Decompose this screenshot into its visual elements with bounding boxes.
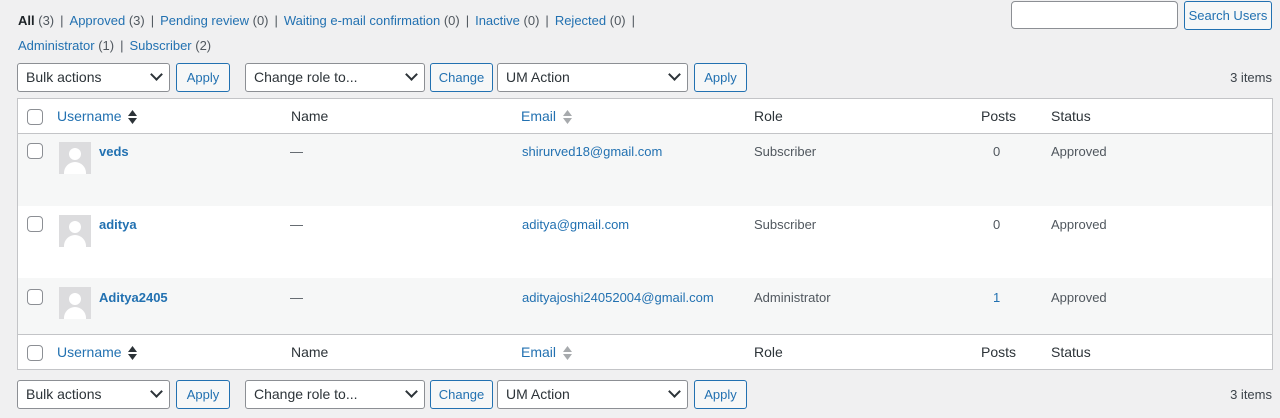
column-status: Status [1051, 344, 1091, 360]
change-role-button[interactable]: Change [430, 63, 493, 92]
filter-administrator[interactable]: Administrator (1) [18, 38, 114, 53]
user-name: — [290, 217, 303, 232]
column-role: Role [754, 108, 783, 124]
chevron-down-icon [668, 385, 681, 398]
column-username[interactable]: Username [57, 108, 138, 125]
user-email[interactable]: shirurved18@gmail.com [522, 144, 662, 159]
select-all-checkbox[interactable] [27, 345, 43, 361]
table-row: aditya — aditya@gmail.com Subscriber 0 A… [18, 206, 1272, 278]
filter-approved[interactable]: Approved (3) [70, 13, 145, 28]
column-posts: Posts [981, 344, 1017, 360]
user-name: — [290, 290, 303, 305]
column-posts: Posts [981, 108, 1017, 124]
filter-waiting-email[interactable]: Waiting e-mail confirmation (0) [284, 13, 460, 28]
change-role-select-bottom[interactable]: Change role to... [245, 380, 425, 409]
um-action-select-bottom[interactable]: UM Action [497, 380, 688, 409]
chevron-down-icon [405, 68, 418, 81]
default-avatar-icon [59, 142, 91, 174]
user-posts[interactable]: 1 [993, 290, 1000, 305]
table-header: Username Name Email Role Posts Status [18, 99, 1272, 134]
filter-subscriber[interactable]: Subscriber (2) [129, 38, 211, 53]
sort-arrows-icon[interactable] [128, 110, 138, 125]
user-posts: 0 [993, 217, 1001, 232]
items-count-bottom: 3 items [1230, 387, 1272, 402]
chevron-down-icon [150, 385, 163, 398]
user-email[interactable]: aditya@gmail.com [522, 217, 629, 232]
select-all-checkbox[interactable] [27, 109, 43, 125]
um-apply-button-bottom[interactable]: Apply [694, 380, 747, 409]
column-username[interactable]: Username [57, 344, 138, 361]
column-email[interactable]: Email [521, 344, 572, 361]
search-users-button[interactable]: Search Users [1184, 1, 1272, 30]
user-status: Approved [1051, 290, 1107, 305]
user-username[interactable]: aditya [99, 217, 137, 232]
items-count: 3 items [1230, 70, 1272, 85]
row-checkbox[interactable] [27, 289, 43, 305]
user-username[interactable]: Aditya2405 [99, 290, 168, 305]
um-action-select[interactable]: UM Action [497, 63, 688, 92]
user-email[interactable]: adityajoshi24052004@gmail.com [522, 290, 714, 305]
column-email[interactable]: Email [521, 108, 572, 125]
sort-arrows-icon[interactable] [562, 346, 572, 361]
column-name: Name [291, 344, 329, 360]
filter-all[interactable]: All (3) [18, 13, 54, 28]
chevron-down-icon [150, 68, 163, 81]
bulk-actions-select[interactable]: Bulk actions [17, 63, 170, 92]
user-role: Administrator [754, 290, 831, 305]
user-username[interactable]: veds [99, 144, 129, 159]
user-status: Approved [1051, 144, 1107, 159]
table-row: Aditya2405 — adityajoshi24052004@gmail.c… [18, 278, 1272, 334]
filter-rejected[interactable]: Rejected (0) [555, 13, 626, 28]
row-checkbox[interactable] [27, 143, 43, 159]
filter-inactive[interactable]: Inactive (0) [475, 13, 539, 28]
sort-arrows-icon[interactable] [128, 346, 138, 361]
user-role: Subscriber [754, 144, 817, 159]
chevron-down-icon [668, 68, 681, 81]
um-apply-button[interactable]: Apply [694, 63, 747, 92]
column-name: Name [291, 108, 329, 124]
users-table: Username Name Email Role Posts Status ve… [17, 98, 1273, 370]
column-role: Role [754, 344, 783, 360]
change-role-button-bottom[interactable]: Change [430, 380, 493, 409]
search-input[interactable] [1011, 1, 1178, 29]
user-name: — [290, 144, 303, 159]
table-footer: Username Name Email Role Posts Status [18, 334, 1272, 369]
bulk-apply-button-bottom[interactable]: Apply [176, 380, 230, 409]
user-posts: 0 [993, 144, 1001, 159]
change-role-select[interactable]: Change role to... [245, 63, 425, 92]
bulk-apply-button[interactable]: Apply [176, 63, 230, 92]
column-status: Status [1051, 108, 1091, 124]
user-role: Subscriber [754, 217, 817, 232]
chevron-down-icon [405, 385, 418, 398]
status-filters: All (3) | Approved (3) | Pending review (0) |… [18, 13, 636, 28]
default-avatar-icon [59, 215, 91, 247]
sort-arrows-icon[interactable] [562, 110, 572, 125]
user-status: Approved [1051, 217, 1107, 232]
table-row: veds — shirurved18@gmail.com Subscriber … [18, 134, 1272, 206]
row-checkbox[interactable] [27, 216, 43, 232]
bulk-actions-select-bottom[interactable]: Bulk actions [17, 380, 170, 409]
role-filters: Administrator (1) | Subscriber (2) [18, 38, 212, 53]
filter-pending-review[interactable]: Pending review (0) [160, 13, 268, 28]
default-avatar-icon [59, 287, 91, 319]
